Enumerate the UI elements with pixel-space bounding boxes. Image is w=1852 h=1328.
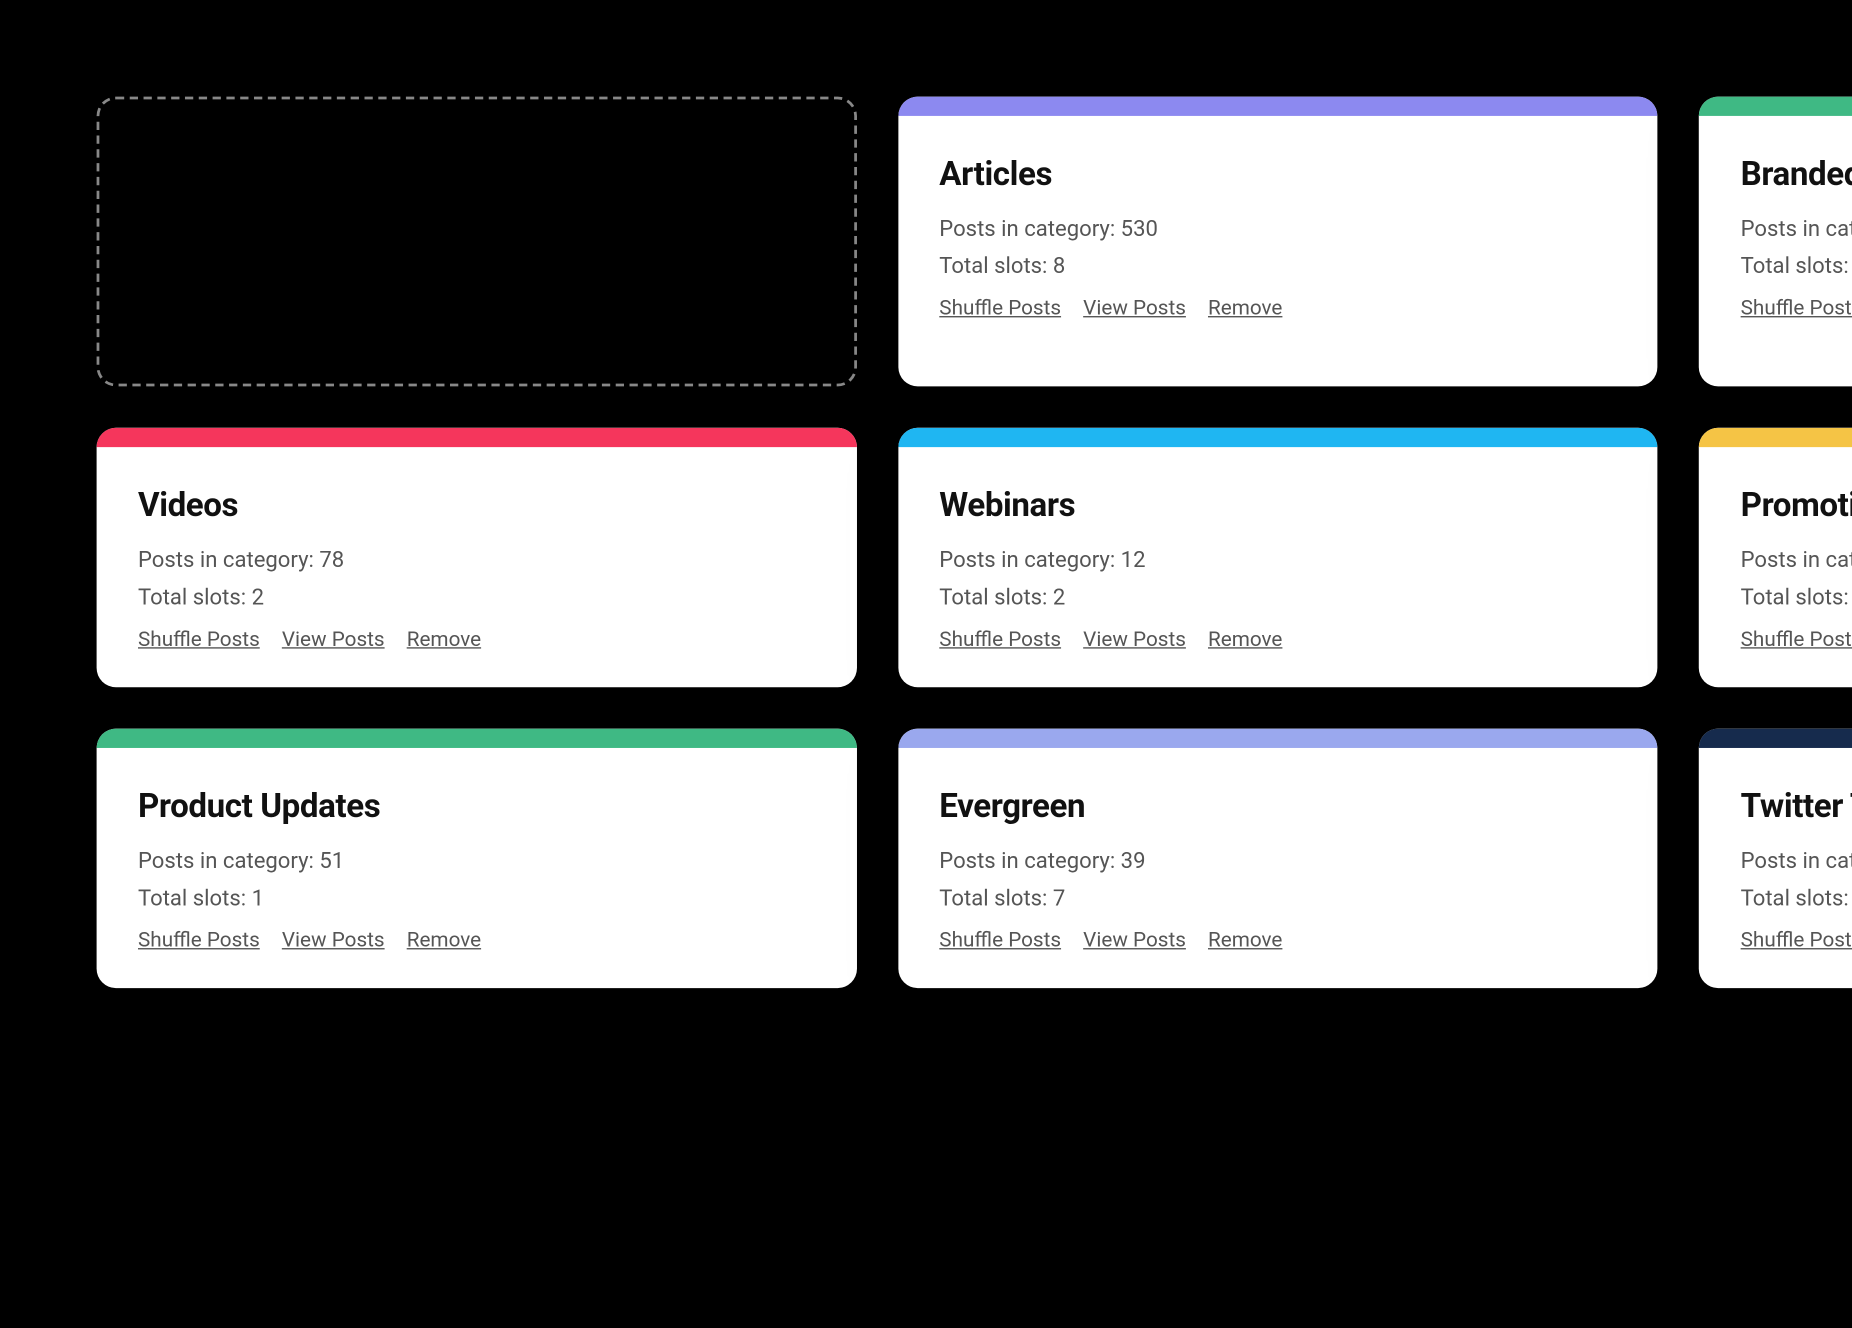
card-title: Promotional Content xyxy=(1741,486,1852,525)
posts-count: Posts in category: 12 xyxy=(939,546,1616,572)
shuffle-posts-link[interactable]: Shuffle Posts xyxy=(939,295,1061,320)
category-grid: New Post Category Articles Posts in categ… xyxy=(0,0,1852,1085)
posts-count: Posts in category: 530 xyxy=(939,215,1616,241)
posts-count: Posts in category: 39 xyxy=(1741,215,1852,241)
category-card: Twitter Threads Posts in category: 92 Tota… xyxy=(1699,729,1852,988)
card-color-strip xyxy=(898,428,1658,447)
card-body: Evergreen Posts in category: 39 Total slot… xyxy=(898,748,1658,988)
new-category-card[interactable]: New Post Category xyxy=(97,97,857,387)
shuffle-posts-link[interactable]: Shuffle Posts xyxy=(939,627,1061,652)
card-actions: Shuffle PostsView PostsRemove xyxy=(1741,927,1852,952)
card-title: Branded Content xyxy=(1741,155,1852,194)
category-card: Webinars Posts in category: 12 Total slots… xyxy=(898,428,1658,687)
posts-count: Posts in category: 92 xyxy=(1741,847,1852,873)
category-card: Promotional Content Posts in category: 12… xyxy=(1699,428,1852,687)
card-color-strip xyxy=(97,428,857,447)
card-body: Branded Content Posts in category: 39 Tota… xyxy=(1699,116,1852,356)
card-title: Articles xyxy=(939,155,1616,194)
shuffle-posts-link[interactable]: Shuffle Posts xyxy=(138,927,260,952)
card-color-strip xyxy=(1699,428,1852,447)
view-posts-link[interactable]: View Posts xyxy=(1083,295,1186,320)
slots-count: Total slots: 8 xyxy=(939,253,1616,279)
remove-link[interactable]: Remove xyxy=(1208,927,1282,952)
card-actions: Shuffle Posts View Posts Remove xyxy=(138,627,815,652)
slots-count: Total slots: 1 xyxy=(138,885,815,911)
card-color-strip xyxy=(97,729,857,748)
card-title: Videos xyxy=(138,486,815,525)
card-body: Promotional Content Posts in category: 12… xyxy=(1699,447,1852,687)
remove-link[interactable]: Remove xyxy=(1208,627,1282,652)
view-posts-link[interactable]: View Posts xyxy=(1083,927,1186,952)
card-color-strip xyxy=(898,97,1658,116)
shuffle-posts-link[interactable]: Shuffle Posts xyxy=(138,627,260,652)
shuffle-posts-link[interactable]: Shuffle Posts xyxy=(1741,927,1852,952)
category-card: Videos Posts in category: 78 Total slots: … xyxy=(97,428,857,687)
remove-link[interactable]: Remove xyxy=(407,627,481,652)
view-posts-link[interactable]: View Posts xyxy=(1083,627,1186,652)
card-body: Product Updates Posts in category: 51 Tota… xyxy=(97,748,857,988)
card-body: Videos Posts in category: 78 Total slots: … xyxy=(97,447,857,687)
posts-count: Posts in category: 51 xyxy=(138,847,815,873)
card-body: Twitter Threads Posts in category: 92 Tota… xyxy=(1699,748,1852,988)
card-actions: Shuffle Posts View Posts Remove xyxy=(939,627,1616,652)
card-actions: Shuffle PostsView PostsRemove xyxy=(1741,627,1852,652)
card-actions: Shuffle PostsView PostsRemove xyxy=(1741,295,1852,320)
card-actions: Shuffle Posts View Posts Remove xyxy=(138,927,815,952)
slots-count: Total slots: 3 xyxy=(1741,253,1852,279)
remove-link[interactable]: Remove xyxy=(407,927,481,952)
posts-count: Posts in category: 39 xyxy=(939,847,1616,873)
view-posts-link[interactable]: View Posts xyxy=(282,627,385,652)
card-title: Evergreen xyxy=(939,787,1616,826)
slots-count: Total slots: 12 xyxy=(1741,885,1852,911)
view-posts-link[interactable]: View Posts xyxy=(282,927,385,952)
category-card: Evergreen Posts in category: 39 Total slot… xyxy=(898,729,1658,988)
slots-count: Total slots: 2 xyxy=(138,584,815,610)
shuffle-posts-link[interactable]: Shuffle Posts xyxy=(939,927,1061,952)
posts-count: Posts in category: 120 xyxy=(1741,546,1852,572)
card-title: Webinars xyxy=(939,486,1616,525)
new-category-label: New Post Category xyxy=(358,225,595,258)
card-color-strip xyxy=(898,729,1658,748)
shuffle-posts-link[interactable]: Shuffle Posts xyxy=(1741,627,1852,652)
card-body: Webinars Posts in category: 12 Total slots… xyxy=(898,447,1658,687)
slots-count: Total slots: 6 xyxy=(1741,584,1852,610)
card-title: Product Updates xyxy=(138,787,815,826)
remove-link[interactable]: Remove xyxy=(1208,295,1282,320)
slots-count: Total slots: 2 xyxy=(939,584,1616,610)
card-actions: Shuffle Posts View Posts Remove xyxy=(939,295,1616,320)
slots-count: Total slots: 7 xyxy=(939,885,1616,911)
card-actions: Shuffle Posts View Posts Remove xyxy=(939,927,1616,952)
card-color-strip xyxy=(1699,729,1852,748)
card-title: Twitter Threads xyxy=(1741,787,1852,826)
category-card: Branded Content Posts in category: 39 Tota… xyxy=(1699,97,1852,387)
card-body: Articles Posts in category: 530 Total slot… xyxy=(898,116,1658,356)
category-card: Articles Posts in category: 530 Total slot… xyxy=(898,97,1658,387)
shuffle-posts-link[interactable]: Shuffle Posts xyxy=(1741,295,1852,320)
card-color-strip xyxy=(1699,97,1852,116)
posts-count: Posts in category: 78 xyxy=(138,546,815,572)
category-card: Product Updates Posts in category: 51 Tota… xyxy=(97,729,857,988)
